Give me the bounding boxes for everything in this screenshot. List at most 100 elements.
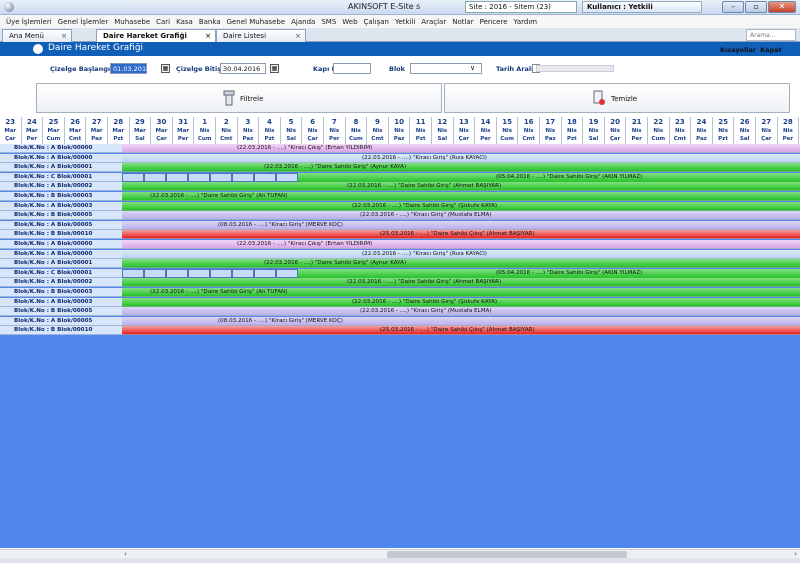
event-bar[interactable]: (22.03.2016 - ....) "Kiracı Çıkış" (Erha… [122, 144, 800, 153]
date-column: 31 Mar Per [173, 117, 195, 144]
event-bar[interactable]: (22.03.2016 - ....) "Kiracı Giriş" (Must… [122, 307, 800, 317]
horizontal-scrollbar[interactable]: ‹ › [122, 549, 800, 558]
date-weekday: Cmt [522, 136, 535, 142]
end-date-field[interactable]: 30.04.2016 [220, 63, 266, 74]
maximize-button[interactable]: ▫ [745, 1, 767, 13]
table-row[interactable]: Blok/K.No : B Blok/00003 (22.03.2016 - ..… [0, 192, 800, 201]
date-day: 5 [288, 118, 294, 126]
event-bar[interactable]: (22.03.2016 - ....) "Daire Sahibi Giriş"… [122, 201, 800, 211]
table-row[interactable]: Blok/K.No : A Blok/00005 (08.03.2016 - ..… [0, 220, 800, 230]
menu-item[interactable]: Pencere [477, 18, 511, 26]
scroll-right-icon[interactable]: › [794, 550, 797, 558]
table-row[interactable]: Blok/K.No : B Blok/00010 (25.03.2016 - ..… [0, 230, 800, 240]
filter-button[interactable]: Filtrele [36, 83, 442, 113]
event-bar[interactable]: (25.03.2016 - ....) "Daire Sahibi Çıkış"… [122, 230, 800, 240]
date-day: 8 [353, 118, 359, 126]
menu-item[interactable]: Yetkili [392, 18, 418, 26]
search-input[interactable] [746, 29, 796, 41]
table-row[interactable]: Blok/K.No : A Blok/00003 (22.03.2016 - ..… [0, 297, 800, 307]
menu-item[interactable]: Web [339, 18, 360, 26]
table-row[interactable]: Blok/K.No : B Blok/00005 (22.03.2016 - ..… [0, 307, 800, 317]
table-row[interactable]: Blok/K.No : A Blok/00000 (22.03.2016 - ..… [0, 144, 800, 153]
event-bar[interactable]: (08.03.2016 - ....) "Kiracı Giriş" (MERV… [122, 316, 800, 326]
event-bar[interactable]: (22.03.2016 - ....) "Kiracı Çıkış" (Erha… [122, 240, 800, 249]
table-row[interactable]: Blok/K.No : B Blok/00010 (25.03.2016 - ..… [0, 326, 800, 336]
menu-item[interactable]: SMS [318, 18, 339, 26]
table-row[interactable]: Blok/K.No : C Blok/00001 (05.04.2016 - ..… [0, 268, 800, 278]
event-bar[interactable]: (05.04.2016 - ....) "Daire Sahibi Giriş"… [122, 268, 800, 278]
tab-daire-hareket-grafigi[interactable]: Daire Hareket Grafiği × [96, 29, 216, 42]
event-bar[interactable]: (05.04.2016 - ....) "Daire Sahibi Giriş"… [122, 172, 800, 182]
menu-item[interactable]: Araçlar [418, 18, 449, 26]
date-column: 15 Nis Cum [497, 117, 519, 144]
table-row[interactable]: Blok/K.No : A Blok/00002 (22.03.2016 - ..… [0, 278, 800, 288]
date-range-slider[interactable] [536, 65, 614, 72]
tab-daire-listesi[interactable]: Daire Listesi × [216, 29, 306, 42]
chevron-down-icon[interactable]: ∨ [470, 64, 475, 72]
menu-item[interactable]: Muhasebe [111, 18, 153, 26]
close-button[interactable]: ✕ [768, 1, 796, 13]
event-bar[interactable]: (22.03.2016 - ....) "Daire Sahibi Giriş"… [122, 259, 800, 269]
table-row[interactable]: Blok/K.No : A Blok/00000 (22.03.2016 - ..… [0, 240, 800, 249]
event-bar[interactable]: (22.03.2016 - ....) "Daire Sahibi Giriş"… [122, 288, 800, 297]
table-row[interactable]: Blok/K.No : A Blok/00003 (22.03.2016 - ..… [0, 201, 800, 211]
date-month: Nis [415, 128, 426, 134]
door-no-input[interactable] [333, 63, 371, 74]
tab-ana-menu[interactable]: Ana Menü × [2, 29, 72, 42]
user-badge[interactable]: Kullanıcı : Yetkili [582, 1, 702, 13]
event-bar[interactable]: (25.03.2016 - ....) "Daire Sahibi Çıkış"… [122, 326, 800, 336]
menu-item[interactable]: Kasa [173, 18, 196, 26]
date-column: 18 Nis Pzt [562, 117, 584, 144]
table-row[interactable]: Blok/K.No : A Blok/00005 (08.03.2016 - ..… [0, 316, 800, 326]
table-row[interactable]: Blok/K.No : B Blok/00005 (22.03.2016 - ..… [0, 211, 800, 221]
menu-item[interactable]: Ajanda [288, 18, 318, 26]
menu-item[interactable]: Üye İşlemleri [3, 18, 55, 26]
event-bar[interactable]: (22.03.2016 - ....) "Kiracı Giriş" (Rıza… [122, 153, 800, 163]
menu-bar: Üye İşlemleri Genel İşlemler Muhasebe Cari K… [0, 15, 800, 28]
event-bar[interactable]: (08.03.2016 - ....) "Kiracı Giriş" (MERV… [122, 220, 800, 230]
table-row[interactable]: Blok/K.No : B Blok/00003 (22.03.2016 - ..… [0, 288, 800, 297]
table-row[interactable]: Blok/K.No : A Blok/00002 (22.03.2016 - ..… [0, 182, 800, 192]
date-weekday: Cmt [220, 136, 233, 142]
table-row[interactable]: Blok/K.No : A Blok/00000 (22.03.2016 - ..… [0, 153, 800, 163]
table-row[interactable]: Blok/K.No : A Blok/00001 (22.03.2016 - ..… [0, 163, 800, 173]
event-bar[interactable]: (22.03.2016 - ....) "Daire Sahibi Giriş"… [122, 278, 800, 288]
close-icon[interactable]: × [61, 32, 67, 40]
event-bar[interactable]: (22.03.2016 - ....) "Daire Sahibi Giriş"… [122, 182, 800, 192]
date-day: 25 [48, 118, 59, 126]
event-bar[interactable]: (22.03.2016 - ....) "Kiracı Giriş" (Rıza… [122, 249, 800, 259]
calendar-icon[interactable]: ▦ [270, 64, 279, 73]
minimize-button[interactable]: – [722, 1, 744, 13]
clear-button[interactable]: Temizle [444, 83, 790, 113]
close-link[interactable]: Kapat [760, 46, 782, 54]
menu-item[interactable]: Banka [196, 18, 224, 26]
menu-item[interactable]: Notlar [449, 18, 476, 26]
menu-item[interactable]: Çalışan [361, 18, 392, 26]
empty-day-cell [232, 268, 254, 278]
menu-item[interactable]: Cari [153, 18, 173, 26]
table-row[interactable]: Blok/K.No : C Blok/00001 (05.04.2016 - ..… [0, 172, 800, 182]
event-bar[interactable]: (22.03.2016 - ....) "Daire Sahibi Giriş"… [122, 163, 800, 173]
shortcuts-link[interactable]: Kısayollar [720, 46, 756, 54]
empty-day-cell [276, 268, 298, 278]
event-bar[interactable]: (22.03.2016 - ....) "Kiracı Giriş" (Must… [122, 211, 800, 221]
menu-item[interactable]: Genel İşlemler [55, 18, 112, 26]
table-row[interactable]: Blok/K.No : A Blok/00001 (22.03.2016 - ..… [0, 259, 800, 269]
date-month: Nis [696, 128, 707, 134]
row-label: Blok/K.No : B Blok/00005 [0, 307, 122, 317]
menu-item[interactable]: Yardım [511, 18, 541, 26]
scroll-thumb[interactable] [387, 551, 627, 558]
scroll-left-icon[interactable]: ‹ [124, 550, 127, 558]
menu-item[interactable]: Genel Muhasebe [224, 18, 289, 26]
filter-row: Çizelge Başlangıç 01.03.2016 ▦ Çizelge B… [0, 61, 800, 77]
table-row[interactable]: Blok/K.No : A Blok/00000 (22.03.2016 - ..… [0, 249, 800, 259]
close-icon[interactable]: × [295, 32, 301, 40]
event-bar[interactable]: (22.03.2016 - ....) "Daire Sahibi Giriş"… [122, 192, 800, 201]
site-selector[interactable]: Site : 2016 - Sitem (23) [465, 1, 577, 13]
start-date-field[interactable]: 01.03.2016 [110, 63, 150, 74]
date-column: 23 Nis Cmt [670, 117, 692, 144]
event-bar[interactable]: (22.03.2016 - ....) "Daire Sahibi Giriş"… [122, 297, 800, 307]
calendar-icon[interactable]: ▦ [161, 64, 170, 73]
date-day: 6 [310, 118, 316, 126]
close-icon[interactable]: × [205, 32, 211, 40]
